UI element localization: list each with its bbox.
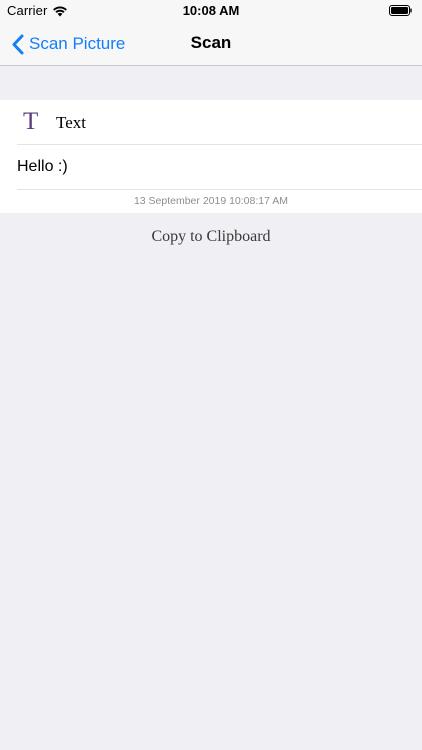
result-type-label: Text — [56, 113, 86, 132]
divider — [17, 144, 422, 145]
page-title: Scan — [190, 33, 232, 52]
status-bar: Carrier 10:08 AM — [0, 0, 422, 22]
copy-to-clipboard-label: Copy to Clipboard — [151, 228, 271, 245]
navigation-bar: Scan Picture Scan — [0, 22, 422, 66]
copy-to-clipboard-button[interactable]: Copy to Clipboard — [0, 227, 422, 247]
text-type-icon: T — [23, 108, 39, 135]
scanned-text-content[interactable]: Hello :) — [17, 157, 68, 177]
scan-result-card: T Text Hello :) 13 September 2019 10:08:… — [0, 100, 422, 213]
scan-timestamp: 13 September 2019 10:08:17 AM — [133, 195, 289, 207]
result-type-header: T Text — [0, 100, 422, 144]
status-time: 10:08 AM — [182, 3, 240, 18]
divider — [17, 189, 422, 190]
battery-icon — [389, 5, 412, 16]
